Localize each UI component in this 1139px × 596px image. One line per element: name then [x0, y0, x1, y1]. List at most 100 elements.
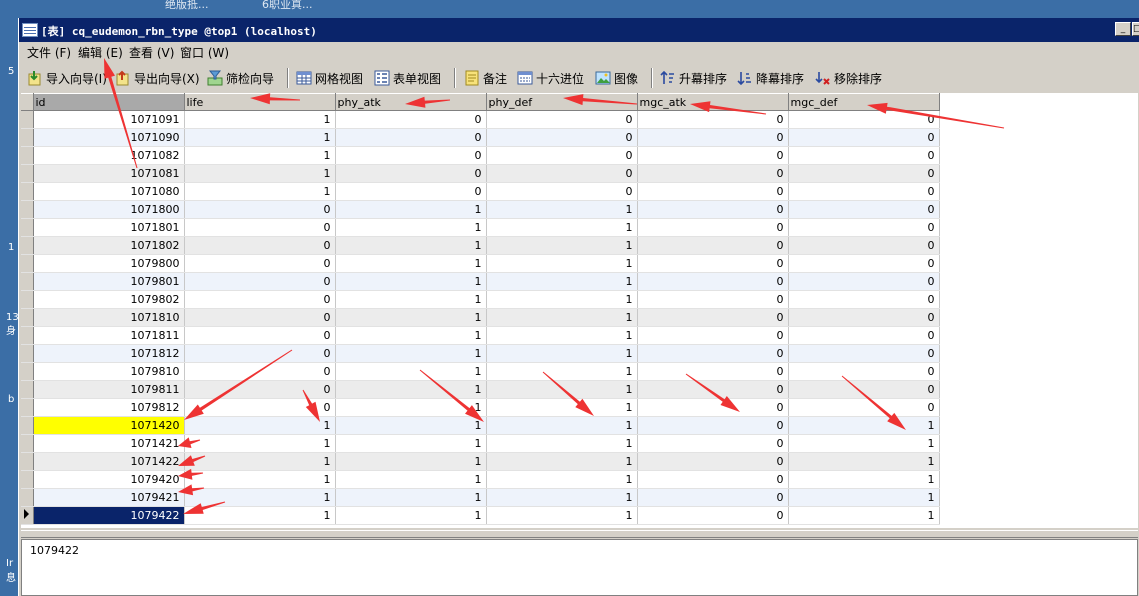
table-row[interactable]: 1071080 1 0 0 0 0 — [21, 182, 940, 201]
detail-panel[interactable]: 1079422 — [21, 539, 1138, 596]
import-wizard-button[interactable]: 导入向导(I) — [27, 67, 107, 89]
row-indicator[interactable] — [21, 344, 34, 363]
cell-phy-def[interactable]: 1 — [486, 452, 638, 471]
row-indicator[interactable] — [21, 128, 34, 147]
row-indicator[interactable] — [21, 182, 34, 201]
row-indicator[interactable] — [21, 272, 34, 291]
cell-mgc-def[interactable]: 1 — [788, 434, 940, 453]
cell-phy-atk[interactable]: 1 — [335, 308, 487, 327]
cell-mgc-def[interactable]: 0 — [788, 272, 940, 291]
row-indicator[interactable] — [21, 200, 34, 219]
cell-life[interactable]: 0 — [184, 362, 336, 381]
cell-life[interactable]: 0 — [184, 290, 336, 309]
row-indicator[interactable] — [21, 452, 34, 471]
row-indicator[interactable] — [21, 164, 34, 183]
row-indicator[interactable] — [21, 488, 34, 507]
cell-id[interactable]: 1071812 — [33, 344, 185, 363]
cell-id[interactable]: 1071080 — [33, 182, 185, 201]
cell-phy-atk[interactable]: 1 — [335, 362, 487, 381]
hex-button[interactable]: 十六进位 — [517, 67, 584, 89]
cell-mgc-def[interactable]: 0 — [788, 362, 940, 381]
cell-mgc-atk[interactable]: 0 — [637, 164, 789, 183]
cell-mgc-def[interactable]: 0 — [788, 200, 940, 219]
cell-life[interactable]: 1 — [184, 164, 336, 183]
cell-phy-def[interactable]: 1 — [486, 200, 638, 219]
minimize-button[interactable]: _ — [1115, 22, 1131, 36]
cell-phy-atk[interactable]: 1 — [335, 470, 487, 489]
cell-life[interactable]: 1 — [184, 128, 336, 147]
cell-phy-atk[interactable]: 1 — [335, 434, 487, 453]
cell-life[interactable]: 0 — [184, 398, 336, 417]
cell-mgc-def[interactable]: 0 — [788, 236, 940, 255]
table-row[interactable]: 1079422 1 1 1 0 1 — [21, 506, 940, 525]
row-indicator[interactable] — [21, 470, 34, 489]
cell-mgc-atk[interactable]: 0 — [637, 254, 789, 273]
sort-ascending-button[interactable]: 升幕排序 — [660, 67, 727, 89]
cell-id[interactable]: 1071811 — [33, 326, 185, 345]
cell-id[interactable]: 1071800 — [33, 200, 185, 219]
data-grid[interactable]: id life phy_atk phy_def mgc_atk mgc_def 10710… — [21, 93, 1138, 528]
cell-mgc-def[interactable]: 0 — [788, 110, 940, 129]
cell-phy-atk[interactable]: 1 — [335, 344, 487, 363]
row-indicator[interactable] — [21, 326, 34, 345]
cell-life[interactable]: 0 — [184, 272, 336, 291]
cell-mgc-atk[interactable]: 0 — [637, 506, 789, 525]
column-header-life[interactable]: life — [184, 93, 336, 111]
cell-phy-def[interactable]: 1 — [486, 506, 638, 525]
cell-mgc-def[interactable]: 0 — [788, 164, 940, 183]
cell-phy-def[interactable]: 1 — [486, 488, 638, 507]
cell-phy-def[interactable]: 1 — [486, 380, 638, 399]
cell-mgc-atk[interactable]: 0 — [637, 380, 789, 399]
cell-phy-def[interactable]: 1 — [486, 362, 638, 381]
cell-life[interactable]: 1 — [184, 182, 336, 201]
cell-life[interactable]: 1 — [184, 470, 336, 489]
export-wizard-button[interactable]: 导出向导(X) — [115, 67, 200, 89]
table-row[interactable]: 1079420 1 1 1 0 1 — [21, 470, 940, 489]
cell-id[interactable]: 1071082 — [33, 146, 185, 165]
cell-phy-atk[interactable]: 1 — [335, 236, 487, 255]
cell-mgc-def[interactable]: 0 — [788, 146, 940, 165]
cell-life[interactable]: 0 — [184, 344, 336, 363]
cell-phy-atk[interactable]: 0 — [335, 146, 487, 165]
cell-phy-atk[interactable]: 0 — [335, 128, 487, 147]
cell-id[interactable]: 1079810 — [33, 362, 185, 381]
cell-mgc-def[interactable]: 0 — [788, 344, 940, 363]
cell-phy-def[interactable]: 1 — [486, 434, 638, 453]
cell-phy-atk[interactable]: 1 — [335, 200, 487, 219]
column-header-mgc-def[interactable]: mgc_def — [788, 93, 940, 111]
cell-id[interactable]: 1079801 — [33, 272, 185, 291]
table-row[interactable]: 1071422 1 1 1 0 1 — [21, 452, 940, 471]
cell-id[interactable]: 1079800 — [33, 254, 185, 273]
row-indicator[interactable] — [21, 218, 34, 237]
row-indicator[interactable] — [21, 236, 34, 255]
row-indicator[interactable] — [21, 506, 34, 525]
table-row[interactable]: 1079811 0 1 1 0 0 — [21, 380, 940, 399]
cell-mgc-atk[interactable]: 0 — [637, 398, 789, 417]
cell-phy-def[interactable]: 1 — [486, 326, 638, 345]
cell-id[interactable]: 1079812 — [33, 398, 185, 417]
cell-phy-atk[interactable]: 1 — [335, 254, 487, 273]
cell-life[interactable]: 0 — [184, 200, 336, 219]
table-row[interactable]: 1071090 1 0 0 0 0 — [21, 128, 940, 147]
cell-phy-atk[interactable]: 1 — [335, 398, 487, 417]
cell-mgc-def[interactable]: 0 — [788, 218, 940, 237]
cell-life[interactable]: 0 — [184, 380, 336, 399]
cell-mgc-atk[interactable]: 0 — [637, 218, 789, 237]
cell-mgc-atk[interactable]: 0 — [637, 434, 789, 453]
cell-id[interactable]: 1071420 — [33, 416, 185, 435]
cell-phy-atk[interactable]: 1 — [335, 488, 487, 507]
cell-mgc-atk[interactable]: 0 — [637, 272, 789, 291]
cell-id[interactable]: 1079811 — [33, 380, 185, 399]
menu-file[interactable]: 文件 (F) — [27, 44, 71, 61]
cell-mgc-atk[interactable]: 0 — [637, 128, 789, 147]
table-row[interactable]: 1071091 1 0 0 0 0 — [21, 110, 940, 129]
cell-id[interactable]: 1071090 — [33, 128, 185, 147]
table-row[interactable]: 1071810 0 1 1 0 0 — [21, 308, 940, 327]
row-indicator[interactable] — [21, 380, 34, 399]
column-header-phy-atk[interactable]: phy_atk — [335, 93, 487, 111]
menu-edit[interactable]: 编辑 (E) — [78, 44, 123, 61]
cell-mgc-def[interactable]: 0 — [788, 128, 940, 147]
table-row[interactable]: 1071801 0 1 1 0 0 — [21, 218, 940, 237]
table-row[interactable]: 1071802 0 1 1 0 0 — [21, 236, 940, 255]
cell-mgc-atk[interactable]: 0 — [637, 290, 789, 309]
